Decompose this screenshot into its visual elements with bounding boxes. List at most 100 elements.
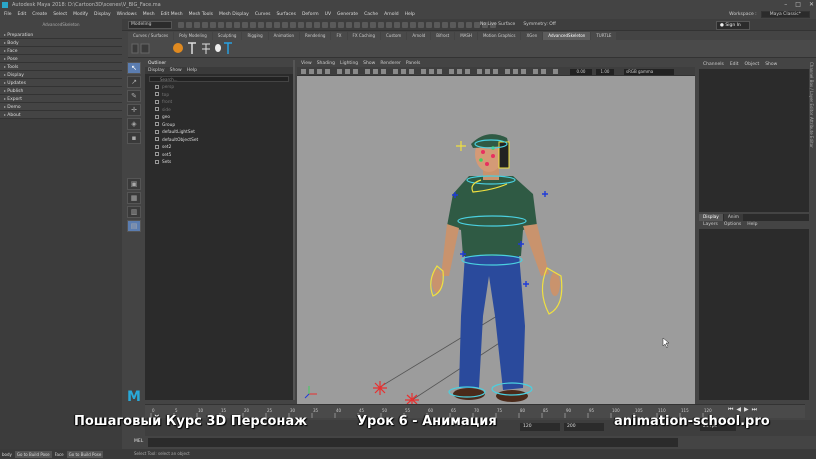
vp-icon[interactable] xyxy=(541,69,546,74)
vp-icon[interactable] xyxy=(309,69,314,74)
shelf-tab[interactable]: MASH xyxy=(455,32,477,40)
viewport-menu-item[interactable]: Shading xyxy=(317,60,335,67)
step-forward-icon[interactable]: ⏭ xyxy=(752,406,757,414)
outliner-row[interactable]: defaultLightSet xyxy=(145,129,293,137)
vp-icon[interactable] xyxy=(521,69,526,74)
vp-icon[interactable] xyxy=(373,69,378,74)
status-tool-icon[interactable] xyxy=(218,22,224,28)
status-tool-icon[interactable] xyxy=(378,22,384,28)
outliner-menu-item[interactable]: Help xyxy=(187,67,197,74)
panel-section-about[interactable]: About xyxy=(0,111,122,119)
workspace-dropdown[interactable]: Maya Classic* xyxy=(760,11,810,18)
shelf-tab[interactable]: Animation xyxy=(268,32,300,40)
play-icon[interactable]: ▶ xyxy=(744,406,749,414)
perspective-viewport[interactable] xyxy=(297,76,695,404)
layout-two-icon[interactable]: ▥ xyxy=(127,206,141,218)
status-tool-icon[interactable] xyxy=(394,22,400,28)
status-tool-icon[interactable] xyxy=(402,22,408,28)
symmetry-dropdown[interactable]: Symmetry: Off xyxy=(523,21,556,29)
close-icon[interactable]: ✕ xyxy=(809,0,814,10)
status-tool-icon[interactable] xyxy=(242,22,248,28)
viewport-menu-item[interactable]: Lighting xyxy=(340,60,358,67)
panel-section-body[interactable]: Body xyxy=(0,39,122,47)
menu-item[interactable]: Create xyxy=(32,10,47,19)
side-tab[interactable]: Channel Box / Layer Editor xyxy=(809,62,814,115)
face-shelf-icon[interactable] xyxy=(173,43,183,53)
layout-outliner-icon[interactable]: ▤ xyxy=(127,220,141,232)
go-to-build-pose-button[interactable]: Go to Build Pose xyxy=(14,450,52,458)
menu-item[interactable]: Cache xyxy=(364,10,378,19)
status-tool-icon[interactable] xyxy=(330,22,336,28)
status-tool-icon[interactable] xyxy=(442,22,448,28)
shelf-tab[interactable]: Rendering xyxy=(300,32,331,40)
status-tool-icon[interactable] xyxy=(346,22,352,28)
vp-icon[interactable] xyxy=(449,69,454,74)
vp-icon[interactable] xyxy=(553,69,558,74)
outliner-row[interactable]: set5 xyxy=(145,152,293,160)
menu-item[interactable]: Display xyxy=(94,10,111,19)
vp-icon[interactable] xyxy=(365,69,370,74)
paint-select-tool-icon[interactable]: ✎ xyxy=(127,90,141,102)
vp-icon[interactable] xyxy=(345,69,350,74)
vp-icon[interactable] xyxy=(465,69,470,74)
shelf-tab[interactable]: XGen xyxy=(521,32,543,40)
animation-end-field[interactable]: 200 xyxy=(564,423,604,431)
exposure-field[interactable]: 0.00 xyxy=(570,69,592,75)
viewport-menu-item[interactable]: View xyxy=(301,60,312,67)
vp-icon[interactable] xyxy=(493,69,498,74)
menu-item[interactable]: Edit Mesh xyxy=(161,10,183,19)
channel-box-menu-item[interactable]: Channels xyxy=(703,60,724,69)
status-tool-icon[interactable] xyxy=(298,22,304,28)
vp-icon[interactable] xyxy=(401,69,406,74)
viewport-menu-item[interactable]: Panels xyxy=(406,60,420,67)
status-tool-icon[interactable] xyxy=(202,22,208,28)
menu-item[interactable]: Deform xyxy=(302,10,319,19)
layer-tab[interactable]: Display xyxy=(699,214,723,221)
vp-icon[interactable] xyxy=(353,69,358,74)
menu-item[interactable]: File xyxy=(4,10,12,19)
outliner-row[interactable]: top xyxy=(145,92,293,100)
vp-icon[interactable] xyxy=(301,69,306,74)
status-tool-icon[interactable] xyxy=(362,22,368,28)
panel-section-publish[interactable]: Publish xyxy=(0,87,122,95)
menu-item[interactable]: Help xyxy=(405,10,415,19)
minimize-icon[interactable]: – xyxy=(784,0,787,10)
shelf-tab[interactable]: FX Caching xyxy=(347,32,380,40)
status-tool-icon[interactable] xyxy=(458,22,464,28)
shelf-tab[interactable]: AdvancedSkeleton xyxy=(543,32,591,40)
color-space-dropdown[interactable]: sRGB gamma xyxy=(624,69,674,75)
shelf-tab[interactable]: Curves / Surfaces xyxy=(128,32,174,40)
mel-label[interactable]: MEL xyxy=(134,439,143,444)
layer-tab[interactable]: Anim xyxy=(723,214,743,221)
status-tool-icon[interactable] xyxy=(250,22,256,28)
status-tool-icon[interactable] xyxy=(186,22,192,28)
shelf-tab[interactable]: Arnold xyxy=(407,32,431,40)
vp-icon[interactable] xyxy=(457,69,462,74)
status-tool-icon[interactable] xyxy=(266,22,272,28)
outliner-menu-item[interactable]: Show xyxy=(170,67,182,74)
rotate-tool-icon[interactable]: ◈ xyxy=(127,118,141,130)
maximize-icon[interactable]: □ xyxy=(795,0,801,10)
viewport-menu-item[interactable]: Renderer xyxy=(380,60,401,67)
status-tool-icon[interactable] xyxy=(178,22,184,28)
outliner-menu-item[interactable]: Display xyxy=(148,67,165,74)
panel-section-pose[interactable]: Pose xyxy=(0,55,122,63)
outliner-row[interactable]: Sets xyxy=(145,159,293,167)
shelf-tab[interactable]: Motion Graphics xyxy=(477,32,521,40)
status-tool-icon[interactable] xyxy=(354,22,360,28)
panel-section-tools[interactable]: Tools xyxy=(0,63,122,71)
channel-box-menu-item[interactable]: Edit xyxy=(730,60,739,69)
status-tool-icon[interactable] xyxy=(466,22,472,28)
channel-box-menu-item[interactable]: Show xyxy=(765,60,777,69)
vp-icon[interactable] xyxy=(505,69,510,74)
shelf-tab[interactable]: Bifrost xyxy=(431,32,455,40)
menu-item[interactable]: Mesh xyxy=(143,10,155,19)
outliner-row[interactable]: Group xyxy=(145,122,293,130)
shelf-tab[interactable]: Rigging xyxy=(242,32,268,40)
vp-icon[interactable] xyxy=(485,69,490,74)
menu-item[interactable]: Modify xyxy=(73,10,88,19)
viewport-menu-item[interactable]: Show xyxy=(363,60,375,67)
status-tool-icon[interactable] xyxy=(338,22,344,28)
menu-item[interactable]: Surfaces xyxy=(276,10,296,19)
shelf-tab[interactable]: Poly Modeling xyxy=(174,32,212,40)
